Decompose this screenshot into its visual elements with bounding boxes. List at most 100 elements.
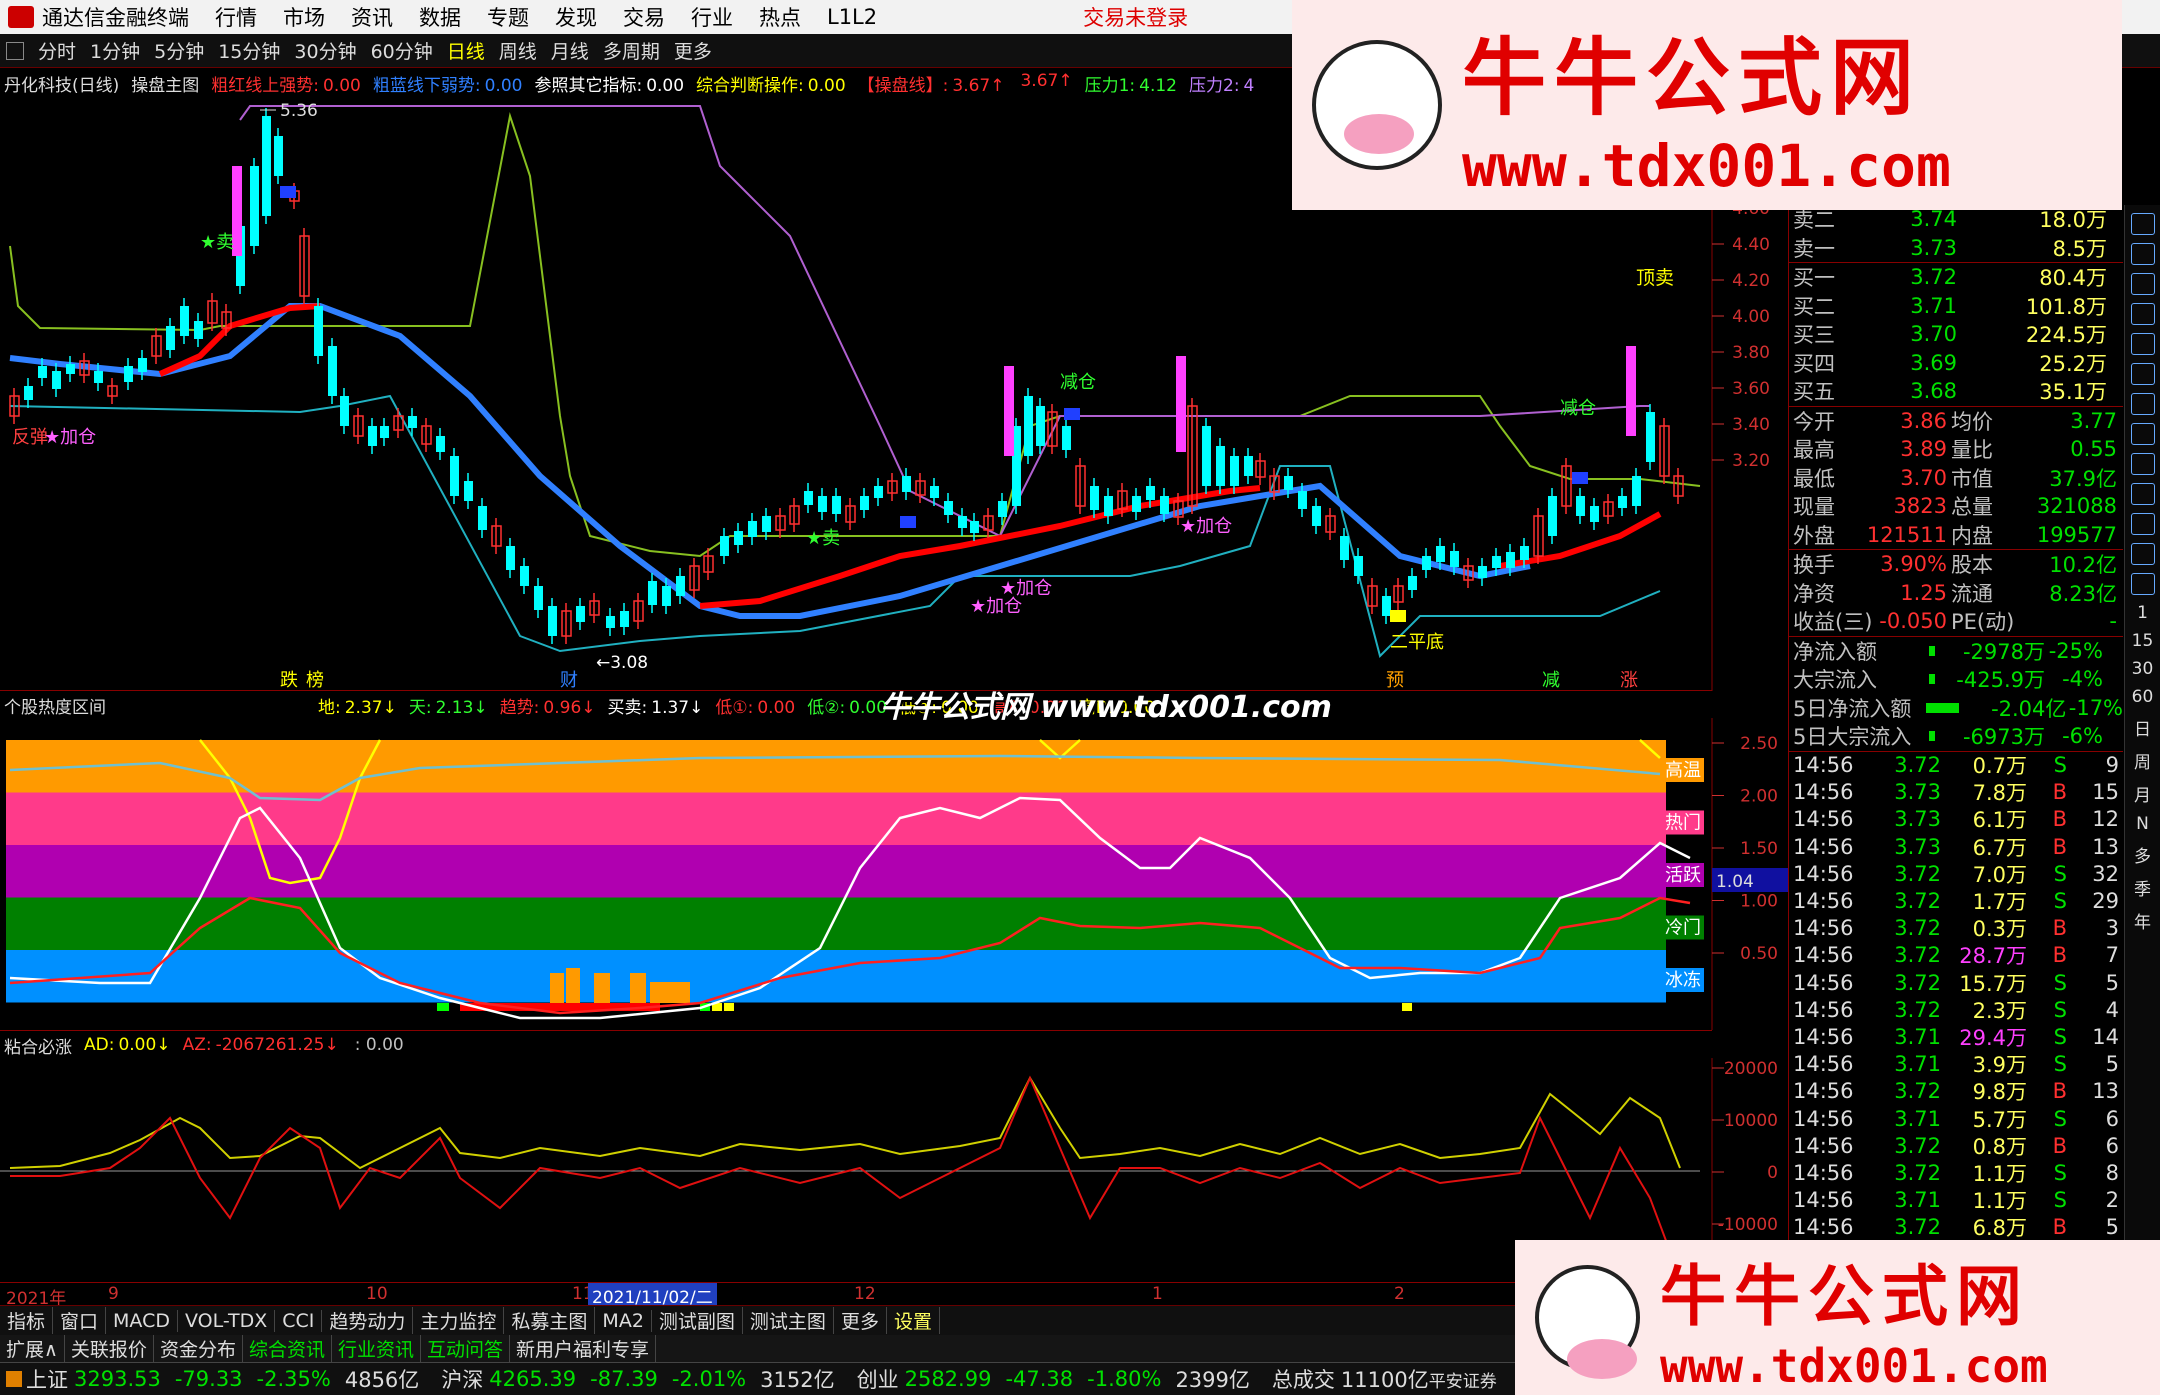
index-name-1[interactable]: 沪深 <box>441 1364 483 1394</box>
info-tab-4[interactable]: 行业资讯 <box>332 1335 421 1362</box>
indicator-tab-7[interactable]: 私募主图 <box>504 1307 596 1334</box>
indicator-tab-5[interactable]: 趋势动力 <box>322 1307 414 1334</box>
tick-cell-2: 29.4万 <box>1959 1025 2027 1050</box>
tick-cell-4: 7 <box>2105 943 2119 968</box>
tick-row: 14:56 3.72 7.0万 S 32 <box>1789 860 2123 887</box>
login-status[interactable]: 交易未登录 <box>1083 2 1188 32</box>
clock-icon[interactable] <box>2130 423 2155 445</box>
menu-item-5[interactable]: 发现 <box>555 2 597 32</box>
side-period-6[interactable]: 月 <box>2134 781 2151 806</box>
menu-item-9[interactable]: L1L2 <box>827 5 877 29</box>
index-change-0: -79.33 <box>174 1367 243 1391</box>
main-yaxis-label-4: 4.00 <box>1732 307 1770 327</box>
bid-row-3: 买四 3.69 25.2万 <box>1789 349 2123 378</box>
ad-indicator-name[interactable]: 粘合必涨 <box>4 1033 72 1058</box>
finance-icon[interactable] <box>2130 303 2155 325</box>
list-icon[interactable] <box>2130 273 2155 295</box>
period-tab-10[interactable]: 更多 <box>674 37 712 64</box>
indicator-tab-3[interactable]: VOL-TDX <box>178 1309 276 1332</box>
flow-bar-0 <box>1929 645 1935 656</box>
side-period-4[interactable]: 日 <box>2134 715 2151 740</box>
side-period-9[interactable]: 季 <box>2134 875 2151 900</box>
index-name-2[interactable]: 创业 <box>857 1364 899 1394</box>
indicator-tab-10[interactable]: 测试主图 <box>743 1307 834 1334</box>
indicator-tab-8[interactable]: MA2 <box>595 1309 652 1332</box>
indicator-tab-1[interactable]: 窗口 <box>53 1307 107 1334</box>
period-tab-8[interactable]: 月线 <box>551 37 589 64</box>
move-icon[interactable] <box>2130 513 2155 535</box>
menu-item-4[interactable]: 专题 <box>487 2 529 32</box>
period-tab-0[interactable]: 分时 <box>38 37 76 64</box>
info-tab-5[interactable]: 互动问答 <box>421 1335 510 1362</box>
period-tab-4[interactable]: 30分钟 <box>294 37 356 64</box>
stat-row-2-cell-2: 市值 <box>1951 466 1993 491</box>
indicator-tab-2[interactable]: MACD <box>106 1309 178 1332</box>
side-period-2[interactable]: 30 <box>2132 659 2154 679</box>
heat-indicator-name[interactable]: 个股热度区间 <box>4 693 106 718</box>
period-tab-1[interactable]: 1分钟 <box>90 37 140 64</box>
side-period-7[interactable]: N <box>2136 814 2149 834</box>
period-tab-5[interactable]: 60分钟 <box>371 37 433 64</box>
export-icon[interactable] <box>2130 573 2155 595</box>
period-tab-2[interactable]: 5分钟 <box>154 37 204 64</box>
stat-row-3-cell-3: 321088 <box>2036 494 2117 519</box>
index-value-1: 4265.39 <box>489 1367 577 1391</box>
kline-icon[interactable] <box>2130 243 2155 265</box>
indicator-tab-12[interactable]: 设置 <box>887 1307 940 1334</box>
period-tab-6[interactable]: 日线 <box>447 37 485 64</box>
menu-item-7[interactable]: 行业 <box>691 2 733 32</box>
indicator-tab-9[interactable]: 测试副图 <box>652 1307 743 1334</box>
info-tab-2[interactable]: 资金分布 <box>154 1335 243 1362</box>
watermark-top-cn: 牛牛公式网 <box>1462 27 1923 127</box>
side-period-10[interactable]: 年 <box>2134 908 2151 933</box>
signal-3: 减仓 <box>1060 372 1096 393</box>
pen-icon[interactable] <box>2130 543 2155 565</box>
menu-item-6[interactable]: 交易 <box>623 2 665 32</box>
period-tab-7[interactable]: 周线 <box>499 37 537 64</box>
info-tab-0[interactable]: 扩展∧ <box>0 1335 65 1362</box>
fx-icon[interactable] <box>2130 393 2155 415</box>
menu-item-1[interactable]: 市场 <box>283 2 325 32</box>
indicator-tab-11[interactable]: 更多 <box>834 1307 887 1334</box>
heat-zone-chart[interactable]: 2.50 2.00 1.50 1.00 0.50 高温热门活跃冷门冰冻 1.04 <box>0 718 1788 1030</box>
info-tab-3[interactable]: 综合资讯 <box>243 1335 332 1362</box>
menu-item-0[interactable]: 行情 <box>215 2 257 32</box>
tick-cell-2: 2.3万 <box>1972 998 2027 1023</box>
menu-item-8[interactable]: 热点 <box>759 2 801 32</box>
menu-item-2[interactable]: 资讯 <box>351 2 393 32</box>
heat-yaxis-label-3: 1.00 <box>1740 892 1778 912</box>
side-period-8[interactable]: 多 <box>2134 842 2151 867</box>
bid-row-2-label: 买三 <box>1793 323 1835 348</box>
tick-cell-2: 1.1万 <box>1972 1161 2027 1186</box>
date-label-7: 2 <box>1394 1284 1405 1304</box>
ad-param-0: AD: 0.00↓ <box>84 1035 171 1055</box>
index-name-0[interactable]: 上证 <box>26 1364 68 1394</box>
trend-icon[interactable] <box>2130 213 2155 235</box>
f10-icon[interactable] <box>2130 363 2155 385</box>
stock-name[interactable]: 丹化科技(日线) <box>4 71 119 96</box>
panel-toggle-icon[interactable] <box>6 41 24 60</box>
info-tab-6[interactable]: 新用户福利专享 <box>510 1335 657 1362</box>
tick-cell-1: 3.71 <box>1894 1188 1941 1213</box>
tick-cell-3: B <box>2052 916 2067 941</box>
tick-cell-1: 3.72 <box>1894 970 1941 995</box>
indicator-tab-6[interactable]: 主力监控 <box>413 1307 505 1334</box>
menu-item-3[interactable]: 数据 <box>419 2 461 32</box>
side-period-5[interactable]: 周 <box>2134 748 2151 773</box>
tick-row: 14:56 3.71 1.1万 S 2 <box>1789 1187 2123 1214</box>
heat-param-5: 低②: 0.00 <box>807 693 887 718</box>
main-indicator-name[interactable]: 操盘主图 <box>131 71 199 96</box>
side-period-1[interactable]: 15 <box>2132 631 2154 651</box>
chart-icon[interactable] <box>2130 333 2155 355</box>
ad-yaxis-label-3: -10000 <box>1718 1215 1778 1235</box>
side-period-3[interactable]: 60 <box>2132 687 2154 707</box>
indicator-tab-0[interactable]: 指标 <box>0 1307 54 1334</box>
period-tab-9[interactable]: 多周期 <box>603 37 660 64</box>
period-tab-3[interactable]: 15分钟 <box>218 37 280 64</box>
info-tab-1[interactable]: 关联报价 <box>65 1335 154 1362</box>
side-period-0[interactable]: 1 <box>2137 603 2148 623</box>
bars-icon[interactable] <box>2130 453 2155 475</box>
rsi-icon[interactable] <box>2130 483 2155 505</box>
tick-cell-3: S <box>2053 889 2067 914</box>
indicator-tab-4[interactable]: CCI <box>275 1309 323 1332</box>
